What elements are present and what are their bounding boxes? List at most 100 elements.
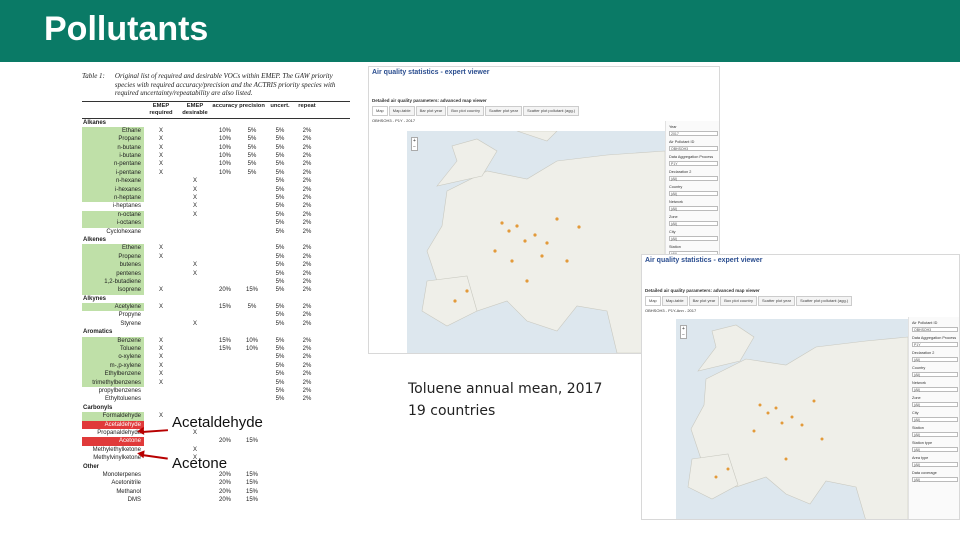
table-cell-unc: 5% (275, 161, 285, 168)
table-cell-acc (212, 395, 238, 403)
table-cell-name: n-pentane (82, 160, 144, 169)
table-cell-prec (238, 228, 266, 236)
map-viewer-screenshot-2: Air quality statistics - expert viewer D… (641, 254, 960, 520)
table-row: n-octane X 5% 2% (82, 210, 350, 220)
zoom-control[interactable]: + − (680, 325, 687, 339)
viewer-tab[interactable]: Scatter plot pollutant (agg.) (523, 106, 580, 116)
table-cell-des: X (192, 270, 197, 277)
table-caption-text: Original list of required and desirable … (114, 72, 336, 97)
caption-line-2: 19 countries (408, 403, 496, 419)
table-cell-des (178, 395, 212, 403)
table-cell-name: Propane (82, 135, 144, 144)
viewer-tab[interactable]: Box plot country (720, 296, 757, 306)
viewer-tab[interactable]: Scatter plot year (757, 296, 796, 306)
table-cell-des: X (192, 320, 197, 327)
filter-dropdown[interactable]: (All) (669, 206, 718, 211)
viewer-tab[interactable]: Scatter plot pollutant (agg.) (796, 296, 853, 306)
viewer-tab[interactable]: Map-table (661, 296, 688, 306)
filter-dropdown[interactable]: OBHSOH3 (912, 327, 958, 332)
table-cell-unc: 5% (275, 203, 285, 210)
table-category-row: Alkanes (82, 119, 350, 127)
table-cell-des (178, 286, 212, 294)
table-cell-acc: 10% (218, 144, 231, 151)
table-cell-des (178, 228, 212, 236)
table-row: n-butane X 10% 5% 5% 2% (82, 143, 350, 153)
table-cell-unc: 5% (275, 220, 285, 227)
table-cell-acc (212, 219, 238, 227)
filter-dropdown[interactable]: (All) (669, 221, 718, 226)
table-row: Propyne 5% 2% (82, 311, 350, 319)
table-cell-rep: 2% (302, 245, 312, 252)
table-row: Ethyltoluenes 5% 2% (82, 395, 350, 403)
table-cell-name: Other (83, 463, 100, 470)
viewer-tab[interactable]: Box plot country (447, 106, 484, 116)
filter-label: Year (669, 125, 677, 129)
table-cell-prec (238, 353, 266, 361)
table-cell-unc: 5% (275, 278, 285, 285)
viewer-tab[interactable]: Map (372, 106, 388, 116)
viewer-tab[interactable]: Scatter plot year (484, 106, 523, 116)
filter-dropdown[interactable]: (All) (669, 176, 718, 181)
filter-dropdown[interactable]: (All) (912, 387, 958, 392)
table-cell-prec (238, 219, 266, 227)
table-cell-name: Isoprene (82, 286, 144, 295)
viewer-tab[interactable]: Map (645, 296, 661, 306)
table-cell-name: trimethylbenzenes (82, 378, 144, 387)
filter-label: Declaration 2 (912, 351, 935, 355)
table-row: n-heptane X 5% 2% (82, 194, 350, 203)
filter-dropdown[interactable]: 2017 (669, 131, 718, 136)
filter-dropdown[interactable]: P1Y (669, 161, 718, 166)
table-cell-des (178, 479, 212, 487)
viewer-tab[interactable]: Bar plot year (688, 296, 720, 306)
filter-dropdown[interactable]: (All) (912, 402, 958, 407)
filter-dropdown[interactable]: OBHSOH3 (669, 146, 718, 151)
table-cell-req: X (158, 253, 163, 260)
filter-label: Data coverage (912, 471, 937, 475)
filter-dropdown[interactable]: (All) (669, 191, 718, 196)
filter-dropdown[interactable]: (All) (912, 432, 958, 437)
table-category-row: Alkynes (82, 295, 350, 303)
table-cell-rep: 2% (302, 186, 312, 193)
table-cell-name: Acetonitrile (111, 480, 141, 487)
viewer-tab[interactable]: Bar plot year (415, 106, 447, 116)
filter-label: Country (669, 185, 683, 189)
map-caption: Toluene annual mean, 2017 19 countries (408, 378, 602, 422)
table-cell-prec: 10% (245, 346, 258, 353)
europe-map: + − (676, 319, 908, 519)
header-gaw-precision: precision (239, 102, 265, 109)
table-cell-rep (294, 446, 320, 454)
viewer-tabs: Map Map-table Bar plot year Box plot countr… (642, 296, 959, 306)
table-cell-name: Propanaldehyde (97, 429, 141, 436)
table-cell-des (178, 488, 212, 496)
filter-label: City (669, 230, 676, 234)
filter-dropdown[interactable]: (All) (912, 372, 958, 377)
table-cell-unc: 5% (275, 195, 285, 202)
zoom-control[interactable]: + − (411, 137, 418, 151)
table-cell-rep (294, 471, 320, 479)
table-cell-acc (212, 228, 238, 236)
table-cell-req: X (158, 153, 163, 160)
table-cell-rep: 2% (302, 253, 312, 260)
table-cell-des (178, 303, 212, 311)
filter-dropdown[interactable]: (All) (912, 447, 958, 452)
table-cell-req (144, 211, 178, 219)
table-cell-req: X (158, 144, 163, 151)
filter-dropdown[interactable]: P1Y (912, 342, 958, 347)
filter-label: Station (912, 426, 924, 430)
table-cell-acc (212, 311, 238, 319)
table-cell-name: Acetylene (82, 303, 144, 312)
table-cell-unc (266, 412, 294, 420)
table-cell-rep: 2% (302, 337, 312, 344)
filter-dropdown[interactable]: (All) (912, 477, 958, 482)
table-cell-req: X (158, 371, 163, 378)
filter-dropdown[interactable]: (All) (912, 357, 958, 362)
table-row: butenes X 5% 2% (82, 261, 350, 270)
filter-dropdown[interactable]: (All) (912, 417, 958, 422)
filter-dropdown[interactable]: (All) (669, 236, 718, 241)
header-gaw-accuracy: accuracy (212, 102, 238, 109)
viewer-tab[interactable]: Map-table (388, 106, 415, 116)
table-cell-des (178, 496, 212, 504)
table-cell-des (178, 353, 212, 361)
table-cell-rep: 2% (302, 278, 312, 285)
filter-dropdown[interactable]: (All) (912, 462, 958, 467)
